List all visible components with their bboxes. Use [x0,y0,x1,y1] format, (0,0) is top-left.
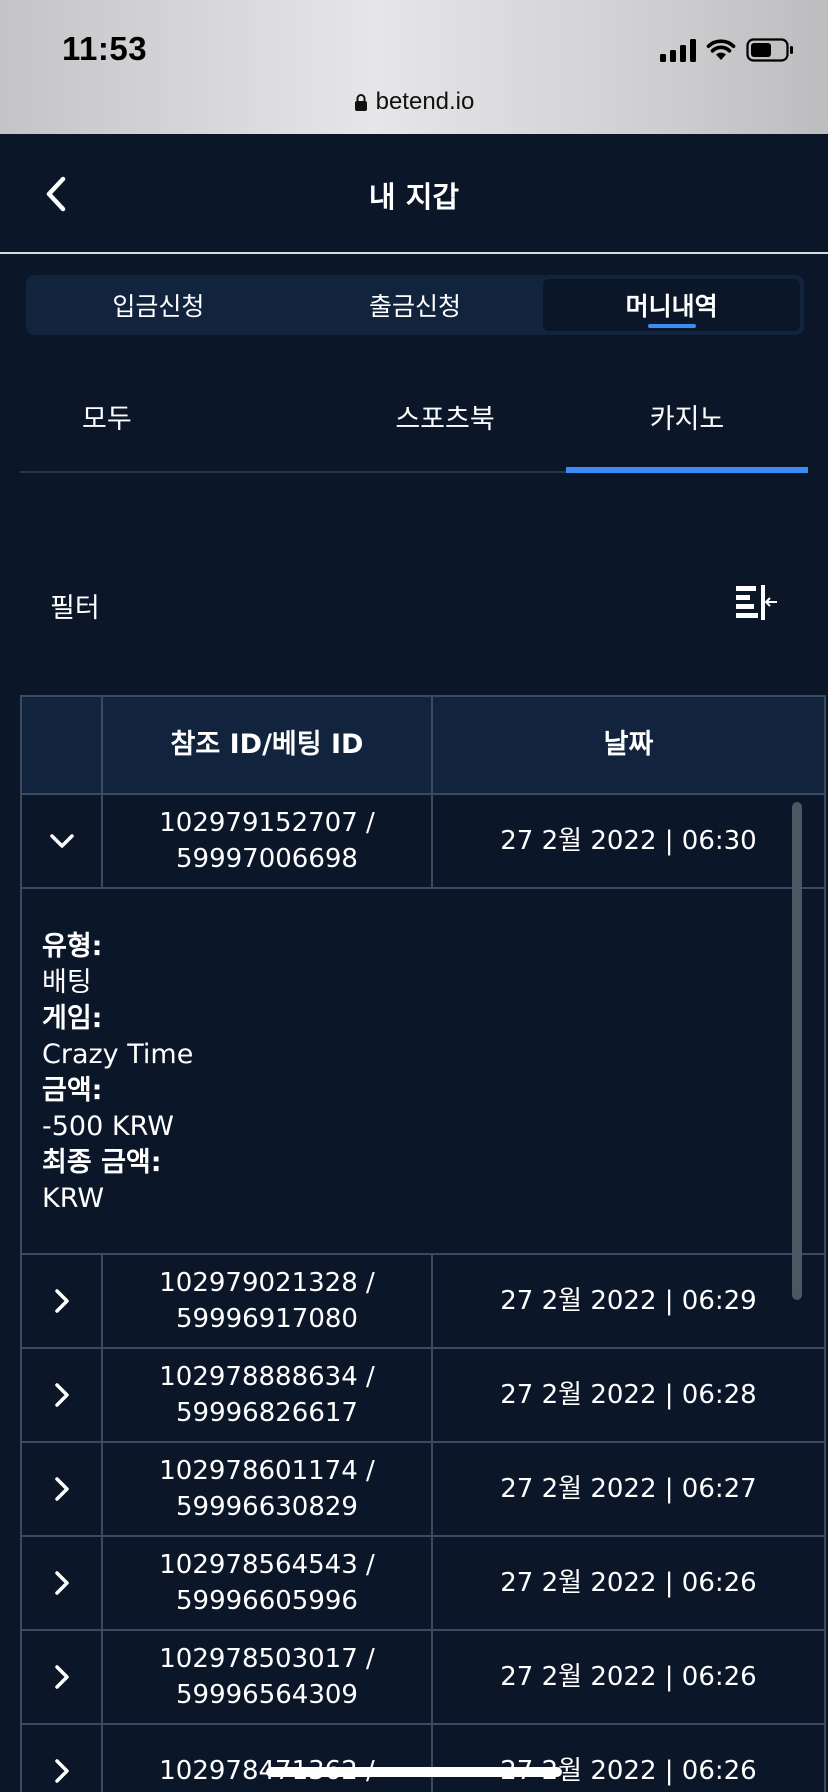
bet-id: 59996564309 [176,1680,358,1710]
expand-toggle[interactable] [22,1255,103,1347]
ref-id-cell: 102978564543 / 59996605996 [103,1537,433,1629]
chevron-right-icon [54,1665,69,1689]
status-icons [660,36,794,64]
table-header: 참조 ID/베팅 ID 날짜 [22,695,826,795]
subtab-all[interactable]: 모두 [20,385,324,471]
url-bar[interactable]: betend.io [0,88,828,116]
chevron-right-icon [54,1759,69,1783]
date-cell: 27 2월 2022 | 06:27 [433,1443,826,1535]
table-row[interactable]: 102979021328 / 59996917080 27 2월 2022 | 0… [22,1255,826,1349]
row-details: 유형: 배팅 게임: Crazy Time 금액: -500 KRW 최종 금액… [22,889,826,1255]
chevron-right-icon [54,1571,69,1595]
ref-id: 102978601174 / [159,1456,375,1486]
ref-id-cell: 102978471362 / [103,1725,433,1792]
transactions-table: 참조 ID/베팅 ID 날짜 102979152707 / 59997006698… [20,695,826,1792]
expand-toggle[interactable] [22,1631,103,1723]
subtab-sportsbook[interactable]: 스포츠북 [324,385,566,471]
url-text: betend.io [375,88,475,115]
tab-deposit-label: 입금신청 [112,292,205,321]
tab-withdraw[interactable]: 출금신청 [287,279,544,331]
main-tabs: 입금신청 출금신청 머니내역 [26,275,804,335]
expand-toggle[interactable] [22,1537,103,1629]
table-row[interactable]: 102979152707 / 59997006698 27 2월 2022 | 0… [22,795,826,889]
table-scrollbar[interactable] [792,802,802,1300]
chevron-down-icon [49,834,74,848]
tab-withdraw-label: 출금신청 [369,292,462,321]
expand-toggle[interactable] [22,1725,103,1792]
subtab-sportsbook-label: 스포츠북 [395,404,495,435]
page: 11:53 betend.io 내 지갑 입금신청 출금신청 머니내역 모두 스… [0,0,828,1792]
collapse-toggle[interactable] [22,795,103,887]
wifi-icon [706,39,736,60]
subtab-casino-label: 카지노 [649,404,725,435]
lock-icon [354,94,367,111]
expand-toggle[interactable] [22,1443,103,1535]
table-row[interactable]: 102978601174 / 59996630829 27 2월 2022 | 0… [22,1443,826,1537]
ref-id: 102979152707 / [159,808,375,838]
filter-sort-icon[interactable] [734,584,778,622]
amount-label: 금액: [42,1075,103,1106]
ref-id-cell: 102979021328 / 59996917080 [103,1255,433,1347]
battery-icon [746,38,793,62]
tab-deposit[interactable]: 입금신청 [30,279,287,331]
header-ref-id: 참조 ID/베팅 ID [103,697,433,793]
tab-money-history-label: 머니내역 [625,292,718,321]
active-tab-indicator [647,324,696,328]
ref-id: 102978503017 / [159,1644,375,1674]
date-cell: 27 2월 2022 | 06:29 [433,1255,826,1347]
table-row[interactable]: 102978888634 / 59996826617 27 2월 2022 | 0… [22,1349,826,1443]
filter-label[interactable]: 필터 [50,586,100,625]
date-cell: 27 2월 2022 | 06:28 [433,1349,826,1441]
chevron-right-icon [54,1383,69,1407]
date-cell: 27 2월 2022 | 06:26 [433,1537,826,1629]
type-label: 유형: [42,931,103,962]
table-row[interactable]: 102978503017 / 59996564309 27 2월 2022 | 0… [22,1631,826,1725]
page-title: 내 지갑 [368,180,460,214]
ref-id: 102978888634 / [159,1362,375,1392]
ref-id: 102979021328 / [159,1268,375,1298]
table-row[interactable]: 102978564543 / 59996605996 27 2월 2022 | 0… [22,1537,826,1631]
date-cell: 27 2월 2022 | 06:26 [433,1725,826,1792]
header-date: 날짜 [433,697,826,793]
ref-id: 102978564543 / [159,1550,375,1580]
sub-tabs: 모두 스포츠북 카지노 [20,385,808,473]
tab-money-history[interactable]: 머니내역 [543,279,801,331]
bet-id: 59996917080 [176,1304,358,1334]
game-label: 게임: [42,1003,103,1034]
date-cell: 27 2월 2022 | 06:30 [433,795,826,887]
subtab-all-label: 모두 [82,404,132,435]
subtab-casino[interactable]: 카지노 [566,385,808,473]
chevron-right-icon [54,1289,69,1313]
home-indicator [266,1767,562,1777]
expand-toggle[interactable] [22,1349,103,1441]
browser-bar: 11:53 betend.io [0,0,828,134]
header-expand-col [22,697,103,793]
status-time: 11:53 [62,30,148,67]
ref-id-cell: 102979152707 / 59997006698 [103,795,433,887]
app-header: 내 지갑 [0,134,828,254]
date-cell: 27 2월 2022 | 06:26 [433,1631,826,1723]
bet-id: 59996630829 [176,1492,358,1522]
game-value: Crazy Time [42,1039,194,1070]
bet-id: 59997006698 [176,844,358,874]
amount-value: -500 KRW [42,1111,174,1142]
final-amount-value: KRW [42,1183,105,1214]
chevron-right-icon [54,1477,69,1501]
table-row[interactable]: 102978471362 / 27 2월 2022 | 06:26 [22,1725,826,1792]
bet-id: 59996605996 [176,1586,358,1616]
ref-id-cell: 102978888634 / 59996826617 [103,1349,433,1441]
type-value: 배팅 [42,967,92,998]
ref-id-cell: 102978503017 / 59996564309 [103,1631,433,1723]
signal-icon [660,38,696,62]
final-amount-label: 최종 금액: [42,1147,162,1178]
ref-id-cell: 102978601174 / 59996630829 [103,1443,433,1535]
bet-id: 59996826617 [176,1398,358,1428]
